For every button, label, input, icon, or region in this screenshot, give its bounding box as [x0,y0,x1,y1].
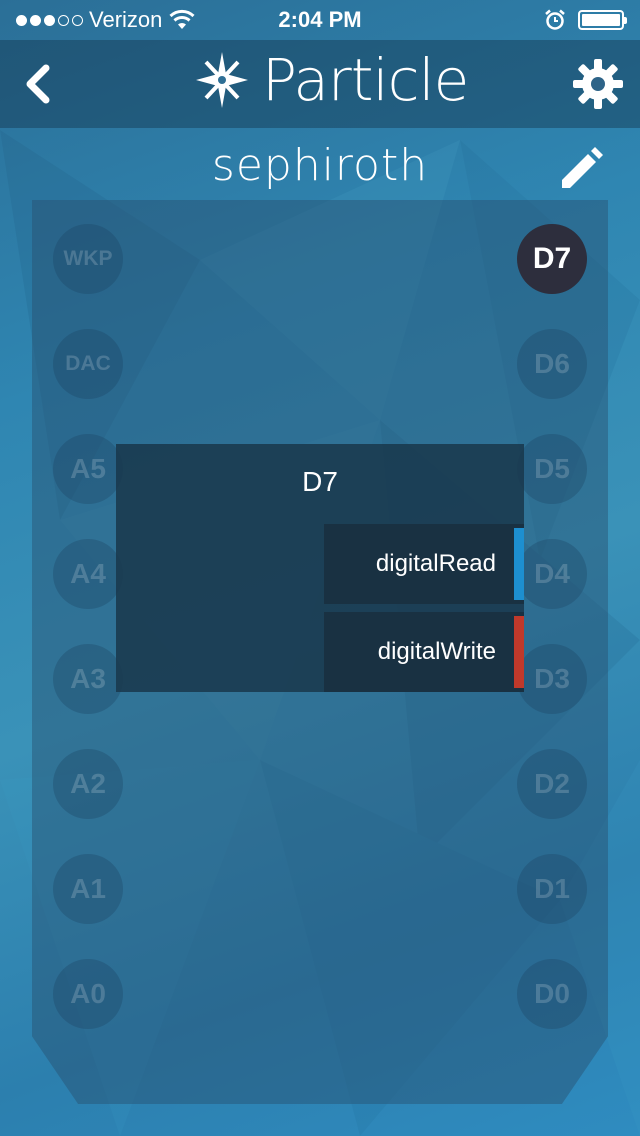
status-left: Verizon [16,7,196,33]
edit-pencil-icon[interactable] [558,146,604,192]
back-button[interactable] [18,62,62,106]
pin-dac[interactable]: DAC [53,329,123,399]
pin-d2[interactable]: D2 [517,749,587,819]
status-bar: Verizon 2:04 PM [0,0,640,40]
battery-icon [578,10,627,30]
app-name: Particle [262,46,469,114]
pin-a4[interactable]: A4 [53,539,123,609]
pin-d0[interactable]: D0 [517,959,587,1029]
pin-a5[interactable]: A5 [53,434,123,504]
app-logo: Particle [194,46,469,114]
signal-strength-icon [16,14,83,26]
particle-star-icon [196,52,248,108]
pin-a0[interactable]: A0 [53,959,123,1029]
device-name-title: sephiroth [211,140,429,191]
pin-d6[interactable]: D6 [517,329,587,399]
digital-read-button[interactable]: digitalRead [324,524,524,604]
digital-write-label: digitalWrite [377,638,496,665]
alarm-clock-icon [545,9,565,30]
pin-function-popup: D7 digitalRead digitalWrite [116,444,524,692]
settings-gear-icon[interactable] [570,56,626,112]
battery-level [582,14,620,26]
digital-read-label: digitalRead [375,550,496,577]
pin-d7[interactable]: D7 [517,224,587,294]
digital-write-button[interactable]: digitalWrite [324,612,524,692]
pin-a2[interactable]: A2 [53,749,123,819]
pin-a1[interactable]: A1 [53,854,123,924]
pin-wkp[interactable]: WKP [53,224,123,294]
popup-pin-title: D7 [302,466,338,497]
carrier-label: Verizon [89,7,163,32]
status-right [544,9,627,31]
pin-d1[interactable]: D1 [517,854,587,924]
pin-d4[interactable]: D4 [517,539,587,609]
wifi-icon [169,9,195,29]
digital-read-color-bar [514,528,524,600]
pin-a3[interactable]: A3 [53,644,123,714]
pin-d3[interactable]: D3 [517,644,587,714]
pin-d5[interactable]: D5 [517,434,587,504]
digital-write-color-bar [514,616,524,688]
navigation-bar: Particle [0,40,640,128]
